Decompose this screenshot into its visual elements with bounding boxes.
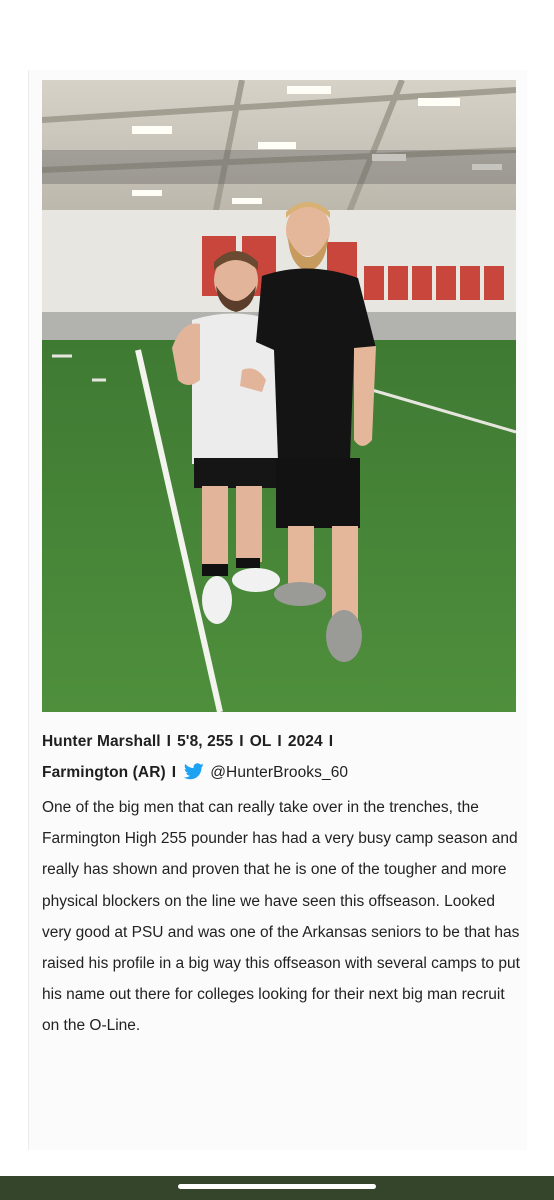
player-name: Hunter Marshall bbox=[42, 733, 161, 750]
separator: I bbox=[277, 733, 282, 750]
post-photo[interactable] bbox=[42, 80, 516, 712]
separator: I bbox=[166, 733, 172, 750]
player-caption: Hunter Marshall I 5'8, 255 I OL I 2024 I Farmin… bbox=[42, 726, 522, 1042]
twitter-handle[interactable]: @HunterBrooks_60 bbox=[210, 764, 348, 781]
player-position: OL bbox=[249, 733, 272, 750]
home-indicator[interactable] bbox=[178, 1184, 376, 1189]
separator: I bbox=[171, 764, 177, 781]
player-hometown: Farmington (AR) bbox=[42, 764, 166, 781]
player-size: 5'8, 255 bbox=[177, 733, 234, 750]
player-class-year: 2024 bbox=[287, 733, 323, 750]
player-headline: Hunter Marshall I 5'8, 255 I OL I 2024 I bbox=[42, 726, 522, 757]
twitter-bird-icon bbox=[184, 760, 204, 791]
separator: I bbox=[328, 733, 334, 750]
photo-illustration bbox=[42, 80, 516, 712]
player-headline-line2: Farmington (AR) I @HunterBrooks_60 bbox=[42, 757, 522, 791]
separator: I bbox=[239, 733, 244, 750]
player-description: One of the big men that can really take … bbox=[42, 799, 520, 1035]
